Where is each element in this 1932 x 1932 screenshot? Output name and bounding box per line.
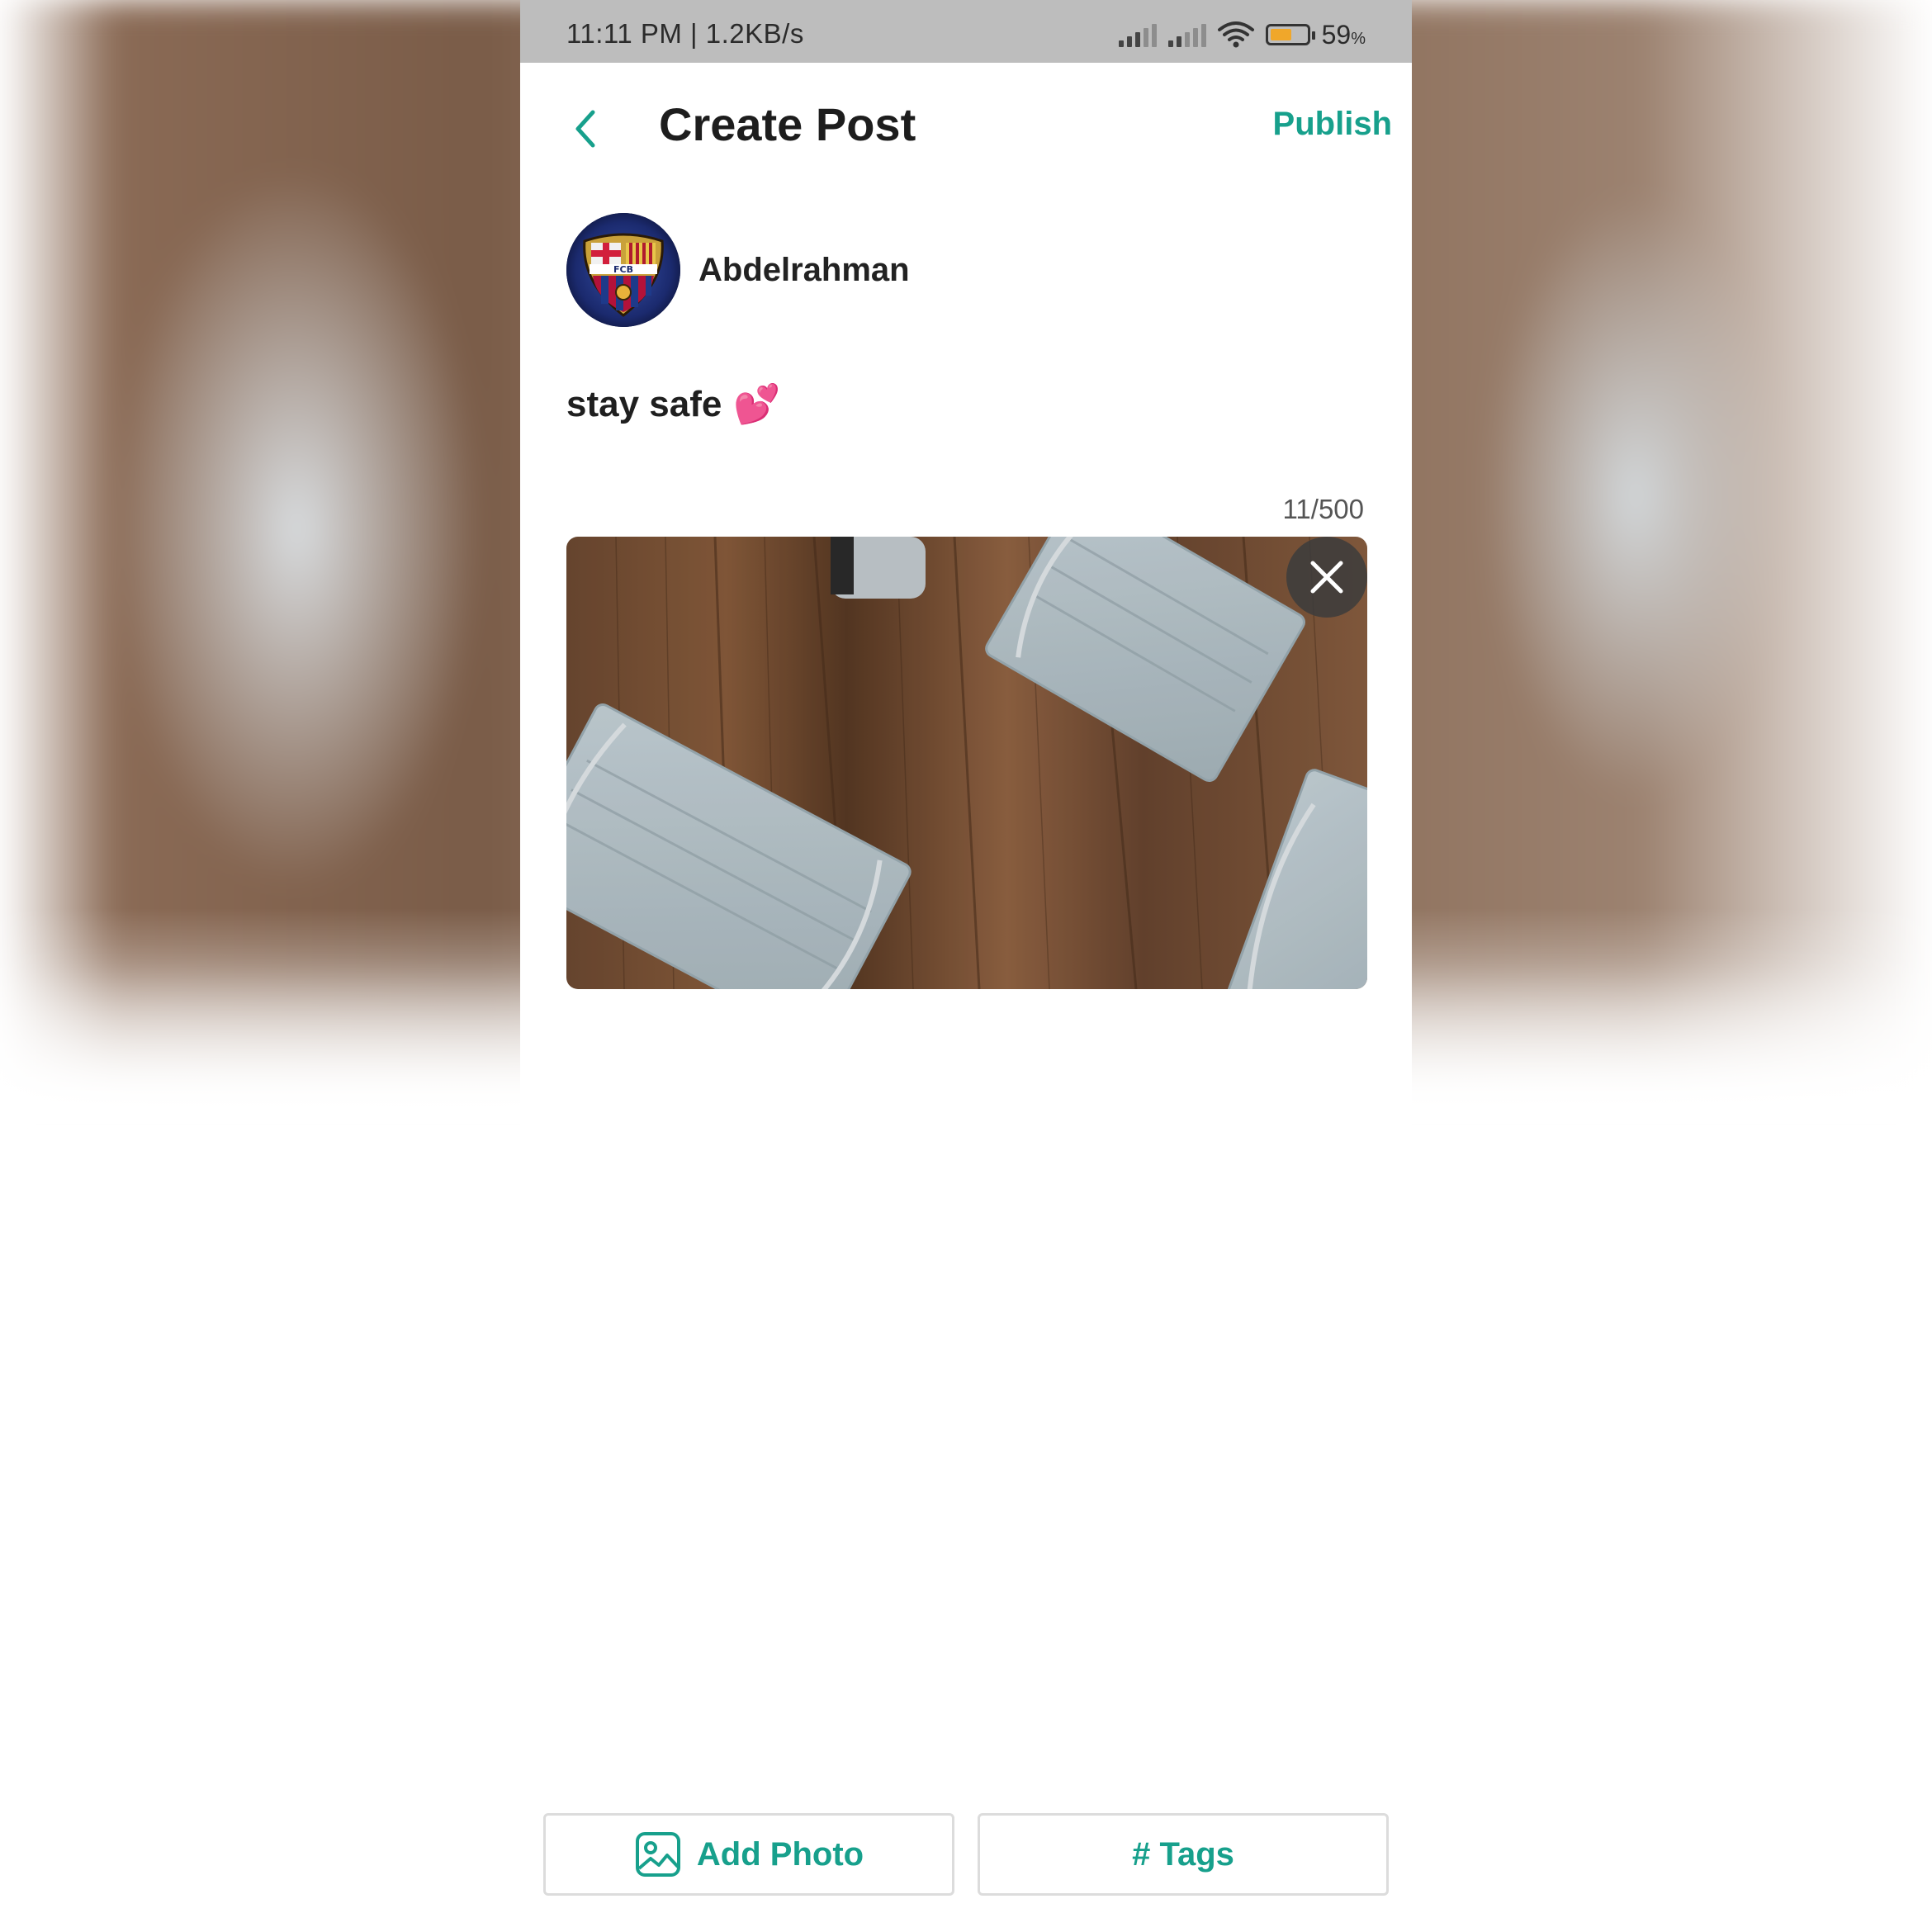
post-text-input[interactable]: stay safe 💕 [566,381,781,427]
battery-unit: % [1351,29,1366,48]
signal-icon [1118,22,1157,47]
battery-text: 59% [1322,20,1366,50]
emoji-hearts: 💕 [733,381,781,426]
photo-masks-image [566,537,1367,989]
status-bar: 11:11 PM | 1.2KB/s 59% [520,0,1412,63]
author-row: FCB Abdelrahman [566,213,910,327]
battery-percent: 59 [1321,19,1352,50]
status-icons: 59% [1118,18,1366,51]
battery-level [1270,29,1291,40]
close-icon [1310,561,1343,594]
back-button[interactable] [563,104,613,154]
tags-button[interactable]: # Tags [978,1813,1389,1896]
character-count: 11/500 [1282,494,1364,524]
author-name: Abdelrahman [698,251,910,288]
remove-photo-button[interactable] [1286,537,1367,618]
signal-icon-2 [1167,22,1206,47]
add-photo-label: Add Photo [696,1835,864,1873]
image-icon [635,1832,680,1877]
battery-icon [1265,24,1315,45]
phone-screen: 11:11 PM | 1.2KB/s 59% Create Post Publi… [520,0,1412,1932]
page-title: Create Post [659,98,916,150]
status-time: 11:11 PM | 1.2KB/s [566,18,804,49]
svg-text:FCB: FCB [613,264,633,275]
add-photo-button[interactable]: Add Photo [543,1813,954,1896]
bottom-action-bar: Add Photo # Tags [543,1813,1389,1896]
post-text: stay safe [566,383,722,424]
publish-button[interactable]: Publish [1273,106,1392,143]
wifi-icon [1217,21,1254,48]
header: Create Post Publish [520,63,1412,195]
avatar[interactable]: FCB [566,213,680,327]
tags-label: # Tags [1132,1835,1234,1873]
fcb-crest-icon: FCB [566,213,680,327]
chevron-left-icon [575,110,595,148]
attached-photo [566,537,1367,989]
